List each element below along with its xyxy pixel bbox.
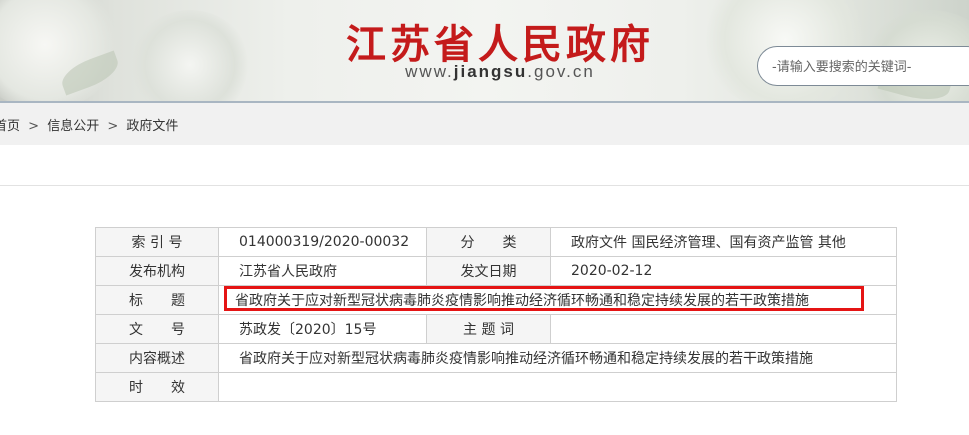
- table-row: 文 号 苏政发〔2020〕15号 主 题 词: [95, 314, 897, 344]
- search-box[interactable]: [757, 46, 969, 86]
- table-row: 索 引 号 014000319/2020-00032 分 类 政府文件 国民经济…: [95, 227, 897, 257]
- breadcrumb-home[interactable]: 首页: [0, 119, 20, 134]
- table-row: 发布机构 江苏省人民政府 发文日期 2020-02-12: [95, 256, 897, 286]
- document-info-table: 索 引 号 014000319/2020-00032 分 类 政府文件 国民经济…: [95, 227, 897, 402]
- site-url[interactable]: www.jiangsu.gov.cn: [390, 62, 610, 82]
- summary-label: 内容概述: [95, 343, 219, 373]
- index-no-value: 014000319/2020-00032: [218, 227, 427, 257]
- breadcrumb-separator: >: [28, 119, 40, 134]
- flower-decoration: [0, 0, 120, 101]
- issue-date-value: 2020-02-12: [550, 256, 897, 286]
- index-no-label: 索 引 号: [95, 227, 219, 257]
- breadcrumb-bar: 首页 > 信息公开 > 政府文件: [0, 103, 969, 145]
- flower-decoration: [130, 10, 250, 101]
- publisher-label: 发布机构: [95, 256, 219, 286]
- table-row: 时 效: [95, 372, 897, 402]
- publisher-value: 江苏省人民政府: [218, 256, 427, 286]
- issue-date-label: 发文日期: [426, 256, 551, 286]
- table-row: 标 题 省政府关于应对新型冠状病毒肺炎疫情影响推动经济循环畅通和稳定持续发展的若…: [95, 285, 897, 315]
- validity-value: [218, 372, 897, 402]
- breadcrumb: 首页 > 信息公开 > 政府文件: [0, 115, 178, 134]
- validity-label: 时 效: [95, 372, 219, 402]
- summary-value: 省政府关于应对新型冠状病毒肺炎疫情影响推动经济循环畅通和稳定持续发展的若干政策措…: [218, 343, 897, 373]
- category-value: 政府文件 国民经济管理、国有资产监管 其他: [550, 227, 897, 257]
- title-label: 标 题: [95, 285, 219, 315]
- header-banner: 江苏省人民政府 www.jiangsu.gov.cn: [0, 0, 969, 101]
- doc-no-label: 文 号: [95, 314, 219, 344]
- search-input[interactable]: [770, 55, 964, 79]
- site-url-prefix: www.: [405, 62, 454, 81]
- section-divider: [0, 185, 969, 186]
- keywords-value: [550, 314, 897, 344]
- keywords-label: 主 题 词: [426, 314, 551, 344]
- site-url-suffix: .gov.cn: [527, 62, 595, 81]
- breadcrumb-separator: >: [107, 119, 119, 134]
- doc-no-value: 苏政发〔2020〕15号: [218, 314, 427, 344]
- breadcrumb-gov-docs[interactable]: 政府文件: [126, 119, 178, 134]
- title-value: 省政府关于应对新型冠状病毒肺炎疫情影响推动经济循环畅通和稳定持续发展的若干政策措…: [218, 285, 897, 315]
- site-url-domain: jiangsu: [453, 62, 528, 81]
- breadcrumb-info-public[interactable]: 信息公开: [47, 119, 99, 134]
- category-label: 分 类: [426, 227, 551, 257]
- table-row: 内容概述 省政府关于应对新型冠状病毒肺炎疫情影响推动经济循环畅通和稳定持续发展的…: [95, 343, 897, 373]
